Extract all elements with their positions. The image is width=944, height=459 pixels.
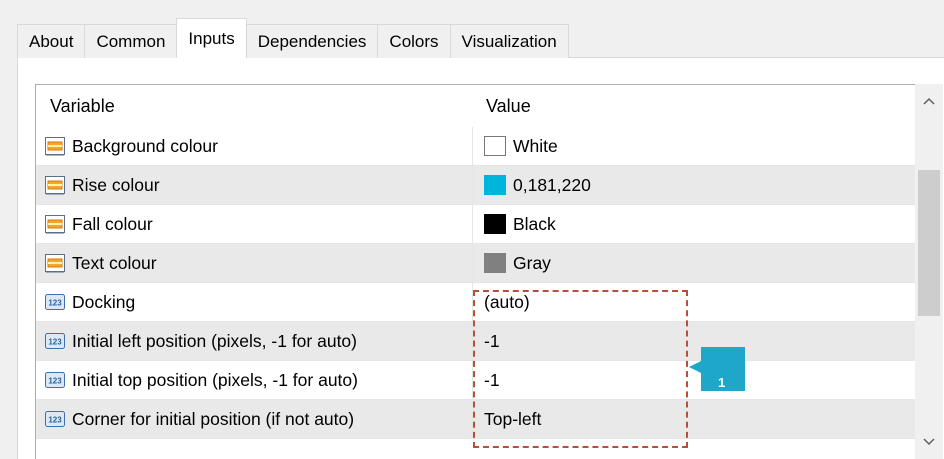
value-cell[interactable]: White [473,127,916,165]
value-cell[interactable]: Gray [473,244,916,282]
tab-label: Dependencies [257,31,367,51]
tab-visualization[interactable]: Visualization [449,24,569,58]
variable-cell: 123 Docking [36,283,473,321]
value-text: 0,181,220 [513,174,591,195]
variable-cell: Text colour [36,244,473,282]
variable-header-label: Variable [50,95,115,116]
tab-about[interactable]: About [17,24,86,58]
table-row[interactable]: Fall colour Black [36,205,916,244]
scroll-up-button[interactable] [915,86,943,116]
table-row[interactable]: Rise colour 0,181,220 [36,166,916,205]
table-row[interactable]: 123 Corner for initial position (if not … [36,400,916,439]
scroll-thumb[interactable] [918,170,940,316]
color-param-icon [45,137,65,156]
value-cell[interactable]: Black [473,205,916,243]
color-param-icon [45,254,65,273]
variable-cell: 123 Initial left position (pixels, -1 fo… [36,322,473,360]
tab-common[interactable]: Common [84,24,178,58]
value-column-header[interactable]: Value [473,85,916,127]
tab-label: Common [96,31,166,51]
svg-text:123: 123 [48,338,62,347]
chevron-down-icon [923,438,935,446]
tab-label: Visualization [461,31,557,51]
color-swatch [484,253,506,273]
svg-text:123: 123 [48,416,62,425]
numeric-param-icon: 123 [45,372,65,388]
numeric-param-icon: 123 [45,411,65,427]
table-row[interactable]: Text colour Gray [36,244,916,283]
color-param-icon [45,215,65,234]
variable-column-header[interactable]: Variable [36,85,473,127]
value-text: -1 [484,330,500,351]
variable-label: Initial top position (pixels, -1 for aut… [72,369,358,390]
variable-cell: 123 Initial top position (pixels, -1 for… [36,361,473,399]
variable-label: Initial left position (pixels, -1 for au… [72,330,357,351]
table-row[interactable]: Background colour White [36,127,916,166]
variable-cell: 123 Corner for initial position (if not … [36,400,473,438]
value-text: -1 [484,369,500,390]
inputs-grid: Variable Value Background colour White R… [35,84,943,459]
scroll-down-button[interactable] [915,427,943,457]
variable-cell: Fall colour [36,205,473,243]
color-swatch [484,136,506,156]
variable-cell: Rise colour [36,166,473,204]
tab-bar: About Common Inputs Dependencies Colors … [17,18,569,58]
variable-label: Rise colour [72,174,160,195]
value-text: Gray [513,252,551,273]
value-cell[interactable]: (auto) [473,283,916,321]
numeric-param-icon: 123 [45,294,65,310]
annotation-number: 1 [718,375,726,390]
annotation-callout-marker [689,347,745,391]
table-row[interactable]: 123 Initial left position (pixels, -1 fo… [36,322,916,361]
value-cell[interactable]: Top-left [473,400,916,438]
color-swatch [484,214,506,234]
tab-dependencies[interactable]: Dependencies [245,24,379,58]
variable-label: Fall colour [72,213,153,234]
table-row[interactable]: 123 Docking (auto) [36,283,916,322]
tab-colors[interactable]: Colors [377,24,451,58]
color-param-icon [45,176,65,195]
table-row[interactable]: 123 Initial top position (pixels, -1 for… [36,361,916,400]
value-text: Top-left [484,408,542,429]
value-text: Black [513,213,556,234]
tab-label: Colors [389,31,439,51]
grid-header: Variable Value [36,85,916,127]
tab-inputs[interactable]: Inputs [176,18,247,58]
svg-text:123: 123 [48,377,62,386]
variable-label: Text colour [72,252,157,273]
variable-label: Corner for initial position (if not auto… [72,408,355,429]
chevron-up-icon [923,97,935,105]
tab-label: Inputs [188,28,235,48]
tab-label: About [29,31,74,51]
variable-label: Docking [72,291,136,312]
numeric-param-icon: 123 [45,333,65,349]
svg-text:123: 123 [48,299,62,308]
variable-label: Background colour [72,135,218,156]
variable-cell: Background colour [36,127,473,165]
value-text: (auto) [484,291,530,312]
value-header-label: Value [486,95,531,116]
color-swatch [484,175,506,195]
value-cell[interactable]: 0,181,220 [473,166,916,204]
value-text: White [513,135,558,156]
vertical-scrollbar[interactable] [915,84,943,459]
